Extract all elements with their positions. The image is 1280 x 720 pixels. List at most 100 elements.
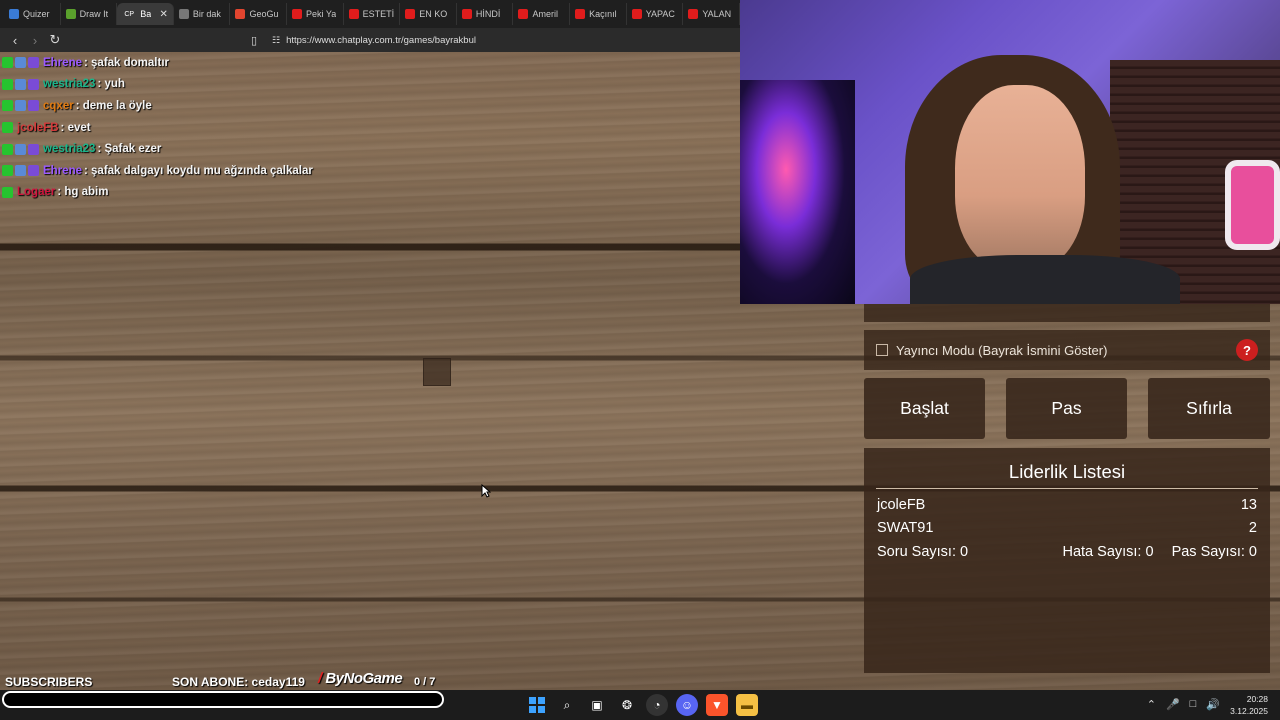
- reload-icon[interactable]: ↻: [45, 30, 65, 50]
- youtube-favicon-icon: [518, 9, 529, 19]
- chat-badge-icon: [2, 78, 13, 90]
- error-count: Hata Sayısı: 0: [1062, 544, 1154, 560]
- chat-badge-icon: [15, 143, 26, 155]
- chat-badge-icon: [15, 100, 26, 112]
- chat-username: Ehrene: [43, 164, 82, 177]
- reset-button[interactable]: Sıfırla: [1148, 378, 1270, 439]
- flag-placeholder-tile: [423, 358, 451, 386]
- browser-tab-label: Ba: [140, 9, 152, 19]
- chat-overlay: Ehrene: şafak domaltır westria23: yuh cqxe…: [2, 52, 402, 203]
- youtube-favicon-icon: [461, 9, 472, 19]
- youtube-favicon-icon: [688, 9, 699, 19]
- browser-tab[interactable]: CP Ba ✕: [117, 3, 174, 25]
- youtube-favicon-icon: [292, 9, 303, 19]
- chat-message: Logaer: hg abim: [2, 182, 402, 204]
- pass-button[interactable]: Pas: [1006, 378, 1127, 439]
- streamer-shirt: [910, 255, 1180, 304]
- leaderboard-stats: Soru Sayısı: 0 Hata Sayısı: 0 Pas Sayısı…: [864, 540, 1270, 564]
- browser-tab-label: GeoGu: [249, 9, 279, 19]
- quiz-favicon-icon: [9, 9, 19, 19]
- browser-tab-label: Peki Ya: [306, 9, 337, 19]
- start-menu-icon[interactable]: [526, 694, 548, 716]
- browser-tab[interactable]: HİNDİ: [457, 3, 514, 25]
- chat-text: : Şafak ezer: [97, 143, 162, 156]
- panel-top-strip: [864, 304, 1270, 322]
- obs-icon[interactable]: ◔: [646, 694, 668, 716]
- streamer-mode-checkbox[interactable]: [876, 344, 888, 356]
- network-icon[interactable]: □: [1190, 698, 1197, 711]
- draw-favicon-icon: [65, 9, 76, 19]
- chat-badge-icon: [2, 186, 13, 198]
- chat-username: cqxer: [43, 99, 74, 112]
- chat-text: : deme la öyle: [75, 99, 152, 112]
- youtube-favicon-icon: [631, 9, 642, 19]
- leaderboard-player: SWAT91: [877, 520, 934, 537]
- url-text: https://www.chatplay.com.tr/games/bayrak…: [286, 34, 476, 46]
- start-button[interactable]: Başlat: [864, 378, 985, 439]
- browser-tab-label: Draw It: [79, 9, 109, 19]
- streamer-face: [955, 85, 1085, 270]
- leaderboard-panel: Liderlik Listesi jcoleFB 13 SWAT91 2 Soru S…: [864, 448, 1270, 673]
- help-button[interactable]: ?: [1236, 339, 1258, 361]
- chat-message: westria23: Şafak ezer: [2, 138, 402, 160]
- browser-tab[interactable]: Bir dak: [174, 3, 231, 25]
- last-subscriber: SON ABONE: ceday119: [172, 674, 305, 689]
- browser-tab-label: ESTETİ: [362, 9, 395, 19]
- leaderboard-score: 13: [1240, 496, 1257, 513]
- pink-lamp: [1225, 160, 1280, 250]
- youtube-favicon-icon: [348, 9, 359, 19]
- browser-tab[interactable]: Quizer: [4, 3, 61, 25]
- url-field[interactable]: ☷ https://www.chatplay.com.tr/games/bayr…: [272, 31, 732, 49]
- globe-favicon-icon: [178, 9, 189, 19]
- browser-tab[interactable]: YALAN: [683, 3, 740, 25]
- leaderboard-player: jcoleFB: [877, 496, 926, 513]
- browser-address-bar: ‹ › ↻ ▯ ☷ https://www.chatplay.com.tr/ga…: [0, 28, 740, 52]
- leaderboard-score: 2: [1248, 520, 1257, 537]
- site-info-icon[interactable]: ☷: [272, 35, 280, 46]
- chat-badge-icon: [28, 143, 39, 155]
- browser-tab[interactable]: GeoGu: [230, 3, 288, 25]
- tray-chevron-icon[interactable]: ⌃: [1147, 698, 1156, 711]
- chat-badge-icon: [2, 100, 13, 112]
- browser-tab-label: Bir dak: [192, 9, 221, 19]
- browser-tab[interactable]: ESTETİ: [344, 3, 401, 25]
- browser-tab[interactable]: YAPAC: [627, 3, 684, 25]
- mouse-cursor-icon: [481, 484, 491, 498]
- browser-tab[interactable]: Draw It: [61, 3, 118, 25]
- browser-tab[interactable]: EN KO: [400, 3, 457, 25]
- file-explorer-icon[interactable]: ▬: [736, 694, 758, 716]
- subscribers-label: SUBSCRIBERS: [5, 674, 93, 689]
- youtube-favicon-icon: [575, 9, 586, 19]
- chat-text: : şafak dalgayı koydu mu ağzında çalkala…: [84, 164, 313, 177]
- brand-logo: / ByNoGame: [318, 670, 403, 687]
- leaderboard-divider: [876, 488, 1258, 489]
- browser-tab[interactable]: Kaçınıl: [570, 3, 627, 25]
- chatgpt-icon[interactable]: ❂: [616, 694, 638, 716]
- psychedelic-poster: [740, 80, 855, 304]
- browser-tabbar: Quizer Draw It CP Ba ✕ Bir dak GeoGu Peki Ya EST…: [0, 0, 740, 28]
- leaderboard-title: Liderlik Listesi: [1008, 461, 1126, 482]
- chat-text: : şafak domaltır: [84, 56, 169, 69]
- chat-badge-icon: [28, 100, 39, 112]
- volume-icon[interactable]: 🔊: [1206, 698, 1220, 711]
- browser-tab-label: HİNDİ: [475, 9, 501, 19]
- chat-text: : hg abim: [57, 186, 109, 199]
- search-icon[interactable]: ⌕: [556, 694, 578, 716]
- chat-badge-icon: [2, 143, 13, 155]
- chatplay-favicon-icon: CP: [124, 10, 135, 18]
- forward-icon[interactable]: ›: [25, 30, 45, 50]
- task-view-icon[interactable]: ▣: [586, 694, 608, 716]
- browser-tab[interactable]: Peki Ya: [287, 3, 344, 25]
- discord-icon[interactable]: ☺: [676, 694, 698, 716]
- chat-text: : yuh: [97, 78, 125, 91]
- taskbar-clock[interactable]: 20:28 3.12.2025: [1230, 693, 1268, 717]
- close-tab-icon[interactable]: ✕: [159, 9, 167, 20]
- back-icon[interactable]: ‹: [5, 30, 25, 50]
- chat-username: Logaer: [17, 186, 56, 199]
- chat-badge-icon: [15, 57, 26, 69]
- microphone-icon[interactable]: 🎤: [1166, 698, 1180, 711]
- brave-icon[interactable]: ▼: [706, 694, 728, 716]
- question-count: Soru Sayısı: 0: [877, 544, 969, 560]
- browser-tab[interactable]: Ameril: [513, 3, 571, 25]
- bookmark-icon[interactable]: ▯: [244, 30, 264, 50]
